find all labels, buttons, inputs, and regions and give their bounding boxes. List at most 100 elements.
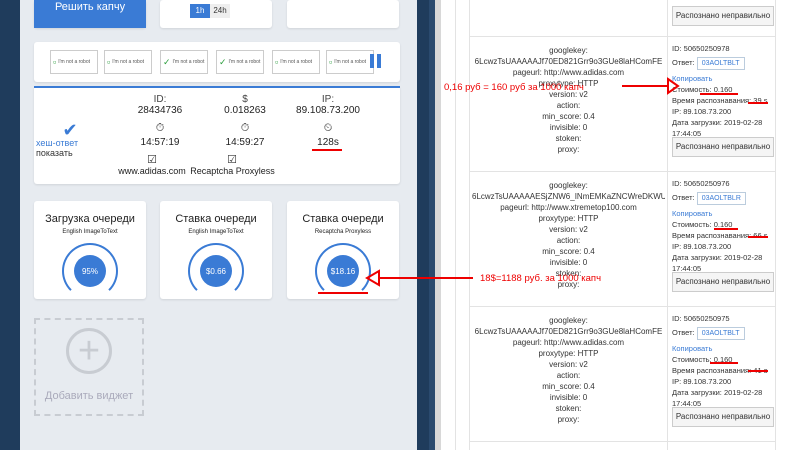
plus-icon: +: [77, 330, 101, 372]
captcha-preview[interactable]: ▫ I'm not a robot: [104, 50, 152, 74]
result-meta: ID: 50650250978 Ответ: 03AOLTBLT Копироват…: [672, 43, 774, 139]
widget-subtitle: English ImageToText: [62, 229, 118, 235]
checkmark-icon: ✓: [163, 56, 171, 67]
request-param-line: 6LcwzTsUAAAAAJf70ED821Grr9o3GUe8laHComFE: [474, 327, 663, 336]
request-param-line: action:: [556, 236, 581, 245]
time-underline-2: [748, 236, 768, 238]
table-col-border: [469, 0, 470, 450]
pause-icon-bar2[interactable]: [377, 54, 381, 68]
request-param-line: pageurl: http://www.adidas.com: [512, 338, 625, 347]
captcha-type: Recaptcha Proxyless: [190, 166, 275, 176]
empty-top-card: [287, 0, 399, 28]
row-divider: [470, 306, 775, 307]
copy-link[interactable]: Копировать: [672, 73, 774, 84]
ip-text: IP: 89.108.73.200: [672, 242, 732, 251]
request-param-line: 6LcwzTsUAAAAAESjZNW6_INmEMKaZNCWreDKWUxB: [472, 192, 665, 201]
request-param-line: googlekey:: [549, 181, 588, 190]
toggle-1h[interactable]: 1h: [190, 4, 210, 18]
solve-captcha-label: Решить капчу: [54, 1, 126, 13]
request-param-line: googlekey:: [549, 316, 588, 325]
request-param-line: action:: [556, 101, 581, 110]
captcha-preview[interactable]: ✓ I'm not a robot: [160, 50, 208, 74]
request-param-line: stoken:: [555, 134, 582, 143]
hash-answer-link[interactable]: хеш-ответ: [36, 138, 78, 148]
row-divider-0: [470, 36, 775, 37]
ip-text: IP: 89.108.73.200: [672, 377, 732, 386]
checkbox-icon: ▫: [53, 57, 57, 67]
wrong-button-top[interactable]: Распознано неправильно: [672, 6, 774, 26]
annotation-arrow-right: [622, 77, 680, 95]
wrong-button[interactable]: Распознано неправильно: [672, 407, 774, 427]
result-id: ID: 50650250976: [672, 179, 730, 188]
cost-underline-2: [714, 228, 738, 230]
request-param-line: version: v2: [549, 225, 588, 234]
captcha-preview[interactable]: ✓ I'm not a robot: [216, 50, 264, 74]
upload-date: Дата загрузки: 2019-02-28 17:44:05: [672, 388, 763, 408]
solve-time: Время распознавания: 39 s: [672, 96, 768, 105]
answer-label: Ответ:: [672, 193, 695, 202]
table-col-border-2: [667, 0, 668, 450]
request-param-line: proxytype: HTTP: [538, 214, 599, 223]
time-underline-1: [748, 102, 768, 104]
answer-value: 03AOLTBLT: [696, 327, 745, 340]
stat-id-value: 28434736: [137, 105, 183, 116]
answer-value: 03AOLTBLR: [696, 192, 746, 205]
request-param-line: version: v2: [549, 360, 588, 369]
stopwatch-icon-2: ⏱: [240, 122, 250, 134]
captcha-preview[interactable]: ▫ I'm not a robot: [50, 50, 98, 74]
cost-underline-1: [700, 93, 738, 95]
site-name: www.adidas.com: [118, 166, 186, 176]
cost-underline-3: [710, 362, 738, 364]
period-card: 1h 24h: [160, 0, 272, 28]
check-circle-icon: ☑: [147, 154, 157, 166]
hash-row: хеш-ответ показать: [36, 138, 116, 158]
widget-subtitle: English ImageToText: [188, 229, 244, 235]
bid-underline: [318, 292, 368, 294]
duration-value: 128s: [317, 137, 339, 148]
time-start: 14:57:19: [140, 137, 180, 148]
stat-ip-value: 89.108.73.200: [296, 105, 360, 116]
queue-widget: Загрузка очереди English ImageToText 95%: [34, 201, 146, 299]
request-param-line: googlekey:: [549, 46, 588, 55]
solve-captcha-button[interactable]: Решить капчу: [34, 0, 146, 28]
solve-card: Решить капчу: [34, 0, 146, 28]
table-right-border: [775, 0, 776, 450]
annotation-arrow-left: [365, 269, 473, 287]
request-param-line: 6LcwzTsUAAAAAJf70ED821Grr9o3GUe8laHComFE: [474, 57, 663, 66]
answer-value: 03AOLTBLT: [696, 57, 745, 70]
result-id: ID: 50650250975: [672, 314, 730, 323]
timer-icon: ⏲: [323, 122, 333, 134]
ip-text: IP: 89.108.73.200: [672, 107, 732, 116]
answer-label: Ответ:: [672, 58, 695, 67]
scrollbar[interactable]: [417, 0, 429, 450]
wrong-button[interactable]: Распознано неправильно: [672, 272, 774, 292]
captcha-label: I'm not a robot: [58, 59, 91, 65]
copy-link[interactable]: Копировать: [672, 208, 774, 219]
time-underline-3: [748, 370, 768, 372]
row-divider: [470, 171, 775, 172]
gauge-value: 95%: [74, 255, 106, 287]
time-end: 14:59:27: [225, 137, 265, 148]
show-link[interactable]: показать: [36, 148, 73, 158]
captcha-strip-card: ▫ I'm not a robot ▫ I'm not a robot ✓ I'm not…: [34, 42, 400, 82]
pause-icon-bar1[interactable]: [370, 54, 374, 68]
stopwatch-icon: ⏱: [155, 122, 165, 134]
upload-date: Дата загрузки: 2019-02-28 17:44:05: [672, 118, 763, 138]
stats-card-accent: [34, 86, 400, 88]
result-meta: ID: 50650250976 Ответ: 03AOLTBLR Копироват…: [672, 178, 774, 274]
stat-id-label: ID:: [153, 94, 167, 105]
table-left-border: [455, 0, 456, 450]
captcha-label: I'm not a robot: [228, 59, 261, 65]
upload-date: Дата загрузки: 2019-02-28 17:44:05: [672, 253, 763, 273]
captcha-preview[interactable]: ▫ I'm not a robot: [326, 50, 374, 74]
captcha-preview[interactable]: ▫ I'm not a robot: [272, 50, 320, 74]
toggle-24h[interactable]: 24h: [210, 4, 230, 18]
copy-link[interactable]: Копировать: [672, 343, 774, 354]
checkbox-icon: ▫: [329, 57, 333, 67]
request-params: googlekey: 6LcwzTsUAAAAAJf70ED821Grr9o3GU…: [472, 315, 665, 425]
widget-title: Загрузка очереди: [45, 213, 135, 225]
checkbox-icon: ▫: [275, 57, 279, 67]
add-widget-tile[interactable]: + Добавить виджет: [34, 318, 144, 416]
captcha-label: I'm not a robot: [280, 59, 313, 65]
wrong-button[interactable]: Распознано неправильно: [672, 137, 774, 157]
